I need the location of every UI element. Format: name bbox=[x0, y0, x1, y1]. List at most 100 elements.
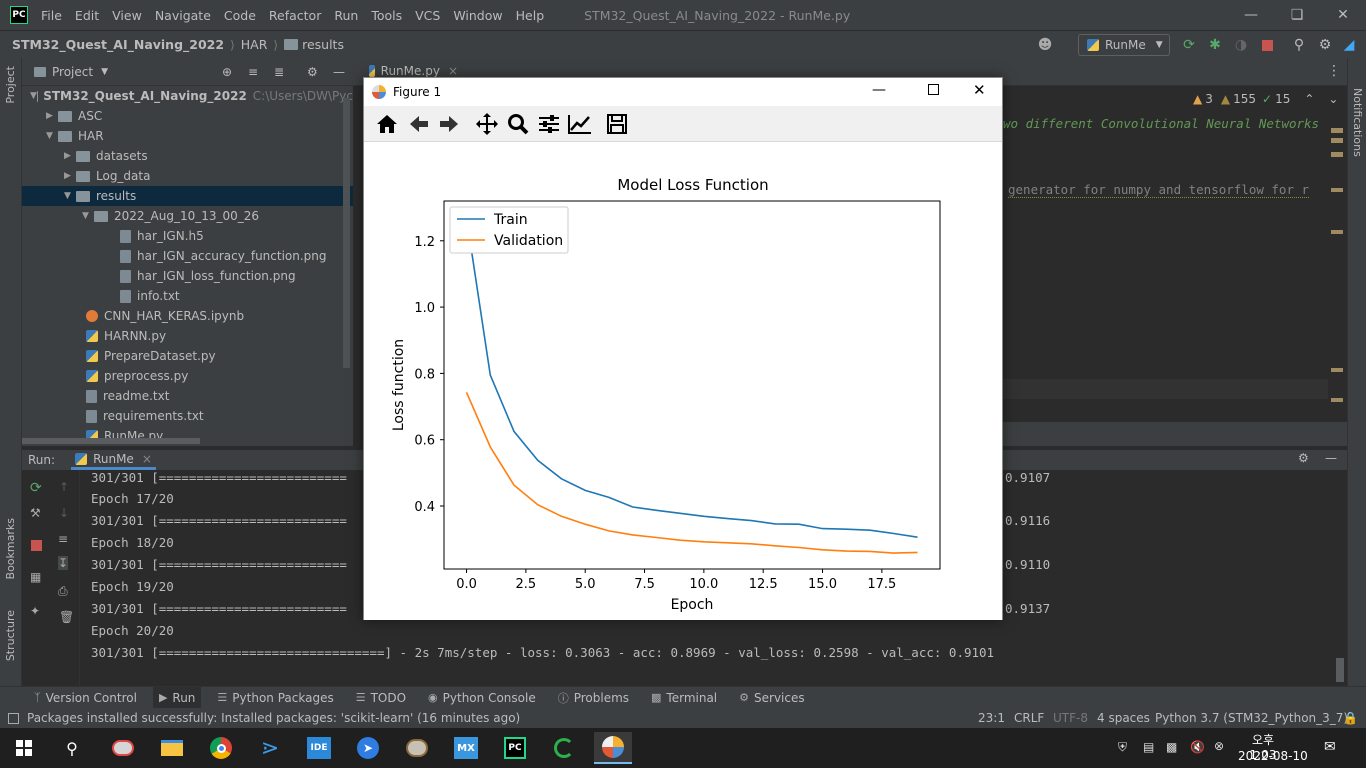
error-stripe-mark[interactable] bbox=[1331, 188, 1343, 192]
tree-item-notebook[interactable]: CNN_HAR_KERAS.ipynb bbox=[22, 306, 353, 326]
close-icon[interactable]: ✕ bbox=[1320, 0, 1366, 30]
horizontal-scrollbar[interactable] bbox=[22, 438, 200, 444]
menu-navigate[interactable]: Navigate bbox=[155, 8, 211, 23]
chevron-up-icon[interactable]: ⌃ bbox=[1304, 92, 1314, 106]
collapse-all-icon[interactable]: ≣ bbox=[274, 65, 284, 79]
menu-refactor[interactable]: Refactor bbox=[269, 8, 321, 23]
tree-item-harnn[interactable]: HARNN.py bbox=[22, 326, 353, 346]
matplotlib-icon[interactable] bbox=[594, 732, 632, 764]
error-stripe-mark[interactable] bbox=[1331, 138, 1343, 143]
line-separator[interactable]: CRLF bbox=[1014, 711, 1044, 725]
rerun-icon[interactable]: ⟳ bbox=[1180, 36, 1198, 54]
tree-item-loss-png[interactable]: har_IGN_loss_function.png bbox=[22, 266, 353, 286]
file-encoding[interactable]: UTF-8 bbox=[1053, 711, 1088, 725]
tree-item-log-data[interactable]: ▶ Log_data bbox=[22, 166, 353, 186]
stop-icon[interactable] bbox=[1258, 36, 1276, 54]
structure-tool-tab[interactable]: Structure bbox=[4, 610, 17, 661]
code-comment-line[interactable]: wo different Convolutional Neural Networ… bbox=[1003, 116, 1319, 131]
layout-toggle-icon[interactable] bbox=[8, 712, 19, 724]
error-stripe-mark[interactable] bbox=[1331, 230, 1343, 234]
stop-icon[interactable] bbox=[31, 540, 42, 551]
gear-icon[interactable]: ⚙ bbox=[1298, 451, 1309, 465]
tree-item-prepare-dataset[interactable]: PrepareDataset.py bbox=[22, 346, 353, 366]
home-icon[interactable] bbox=[374, 111, 400, 137]
settings-icon[interactable]: ⚙ bbox=[1316, 36, 1334, 54]
menu-window[interactable]: Window bbox=[453, 8, 502, 23]
soft-wrap-icon[interactable]: ≡ bbox=[58, 532, 68, 546]
gear-icon[interactable]: ⚙ bbox=[307, 65, 318, 79]
mx-icon[interactable]: MX bbox=[447, 732, 485, 764]
tree-item-har[interactable]: ▼ HAR bbox=[22, 126, 353, 146]
forward-icon[interactable] bbox=[436, 111, 462, 137]
tree-item-h5[interactable]: har_IGN.h5 bbox=[22, 226, 353, 246]
python-interpreter[interactable]: Python 3.7 (STM32_Python_3_7) bbox=[1155, 711, 1348, 725]
chevron-down-icon[interactable]: ⌄ bbox=[1328, 92, 1338, 106]
tab-python-packages[interactable]: ☰ Python Packages bbox=[217, 691, 333, 705]
tree-item-asc[interactable]: ▶ ASC bbox=[22, 106, 353, 126]
search-icon[interactable]: ⚲ bbox=[1290, 36, 1308, 54]
menu-view[interactable]: View bbox=[112, 8, 142, 23]
menu-vcs[interactable]: VCS bbox=[415, 8, 440, 23]
wrench-icon[interactable]: ⚒ bbox=[30, 506, 41, 520]
code-comment-line[interactable]: generator for numpy and tensorflow for r bbox=[1008, 182, 1310, 198]
project-panel-title[interactable]: Project bbox=[52, 65, 93, 79]
run-config-selector[interactable]: RunMe ▼ bbox=[1078, 34, 1170, 56]
tree-item-readme[interactable]: readme.txt bbox=[22, 386, 353, 406]
clock-date[interactable]: 2022-08-10 bbox=[1238, 749, 1308, 763]
tab-python-console[interactable]: ◉ Python Console bbox=[428, 691, 536, 705]
locate-icon[interactable]: ⊕ bbox=[222, 65, 232, 79]
mute-icon[interactable]: 🔇 bbox=[1190, 740, 1205, 754]
minimize-icon[interactable]: — bbox=[1228, 0, 1274, 30]
menu-file[interactable]: File bbox=[41, 8, 62, 23]
print-icon[interactable]: ⎙ bbox=[58, 584, 68, 599]
expand-all-icon[interactable]: ≡ bbox=[248, 65, 258, 79]
tree-item-results[interactable]: ▼ results bbox=[22, 186, 353, 206]
refresh-app-icon[interactable] bbox=[545, 732, 583, 764]
tree-item-info-txt[interactable]: info.txt bbox=[22, 286, 353, 306]
error-stripe-mark[interactable] bbox=[1331, 128, 1343, 133]
menu-help[interactable]: Help bbox=[516, 8, 545, 23]
display-icon[interactable]: ▩ bbox=[1166, 740, 1177, 754]
coverage-icon[interactable]: ◑ bbox=[1232, 36, 1250, 54]
disconnected-icon[interactable]: ⊗ bbox=[1214, 739, 1224, 753]
lock-icon[interactable]: 🔒 bbox=[1343, 711, 1358, 725]
tab-services[interactable]: ⚙ Services bbox=[739, 691, 804, 705]
paint3d-icon[interactable] bbox=[398, 732, 436, 764]
tree-item-accuracy-png[interactable]: har_IGN_accuracy_function.png bbox=[22, 246, 353, 266]
close-tab-icon[interactable]: × bbox=[448, 64, 458, 78]
console-scrollbar[interactable] bbox=[1336, 658, 1344, 682]
configure-subplots-icon[interactable] bbox=[536, 111, 562, 137]
breadcrumb-har[interactable]: HAR bbox=[241, 37, 268, 52]
dropdown-arrow-icon[interactable]: ▼ bbox=[101, 67, 108, 77]
indent-setting[interactable]: 4 spaces bbox=[1097, 711, 1150, 725]
jetbrains-icon[interactable]: ◢ bbox=[1340, 36, 1358, 54]
breadcrumb-results[interactable]: results bbox=[302, 37, 344, 52]
tab-run[interactable]: ▶ Run bbox=[152, 686, 202, 709]
menu-code[interactable]: Code bbox=[224, 8, 256, 23]
pin-icon[interactable]: ✦ bbox=[30, 604, 40, 618]
error-stripe-mark[interactable] bbox=[1331, 152, 1343, 157]
status-message[interactable]: Packages installed successfully: Install… bbox=[27, 711, 520, 725]
menu-run[interactable]: Run bbox=[334, 8, 358, 23]
security-icon[interactable]: ⛨ bbox=[1118, 740, 1127, 755]
stm-cube-icon[interactable]: ➤ bbox=[349, 732, 387, 764]
arrow-down-icon[interactable]: ↓ bbox=[59, 506, 69, 520]
network-adapter-icon[interactable]: ▤ bbox=[1143, 740, 1154, 754]
close-icon[interactable]: ✕ bbox=[973, 81, 986, 99]
tree-item-root[interactable]: ▼ STM32_Quest_AI_Naving_2022 C:\Users\DW\P… bbox=[22, 86, 353, 106]
vertical-scrollbar[interactable] bbox=[343, 98, 350, 368]
restore-icon[interactable]: ❏ bbox=[1274, 0, 1320, 30]
minimize-icon[interactable]: — bbox=[872, 82, 886, 98]
loss-chart[interactable]: Model Loss Function 0.0 2.5 5.0 7.5 10.0 12.5… bbox=[364, 142, 1002, 620]
save-icon[interactable] bbox=[604, 111, 630, 137]
notifications-tool-tab[interactable]: Notifications bbox=[1351, 88, 1364, 157]
error-stripe-mark[interactable] bbox=[1331, 368, 1343, 372]
more-icon[interactable]: ⋮ bbox=[1327, 63, 1341, 79]
menu-tools[interactable]: Tools bbox=[371, 8, 402, 23]
layout-icon[interactable]: ▦ bbox=[30, 570, 41, 584]
chrome-icon[interactable] bbox=[202, 732, 240, 764]
user-icon[interactable]: ☻ bbox=[1036, 36, 1054, 54]
trash-icon[interactable]: 🗑 bbox=[59, 610, 74, 624]
vscode-icon[interactable]: ⋗ bbox=[251, 732, 289, 764]
tab-terminal[interactable]: ▩ Terminal bbox=[651, 691, 717, 705]
